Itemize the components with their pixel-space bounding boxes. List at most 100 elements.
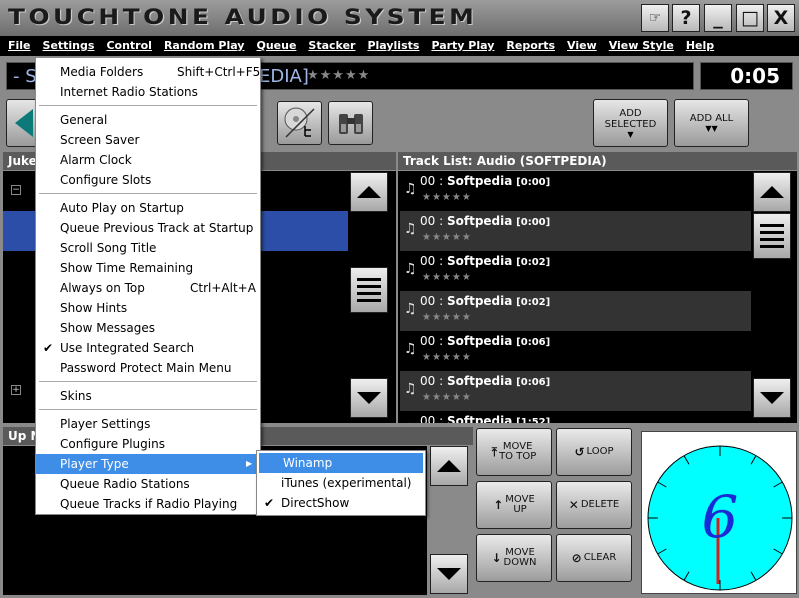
move-up-button[interactable]: ↑ MOVE UP bbox=[476, 481, 552, 529]
config-icon-button[interactable]: ☞ bbox=[641, 4, 669, 32]
move-down-button[interactable]: ↓ MOVE DOWN bbox=[476, 534, 552, 582]
close-button[interactable]: X bbox=[767, 4, 795, 32]
track-rating[interactable]: ★★★★★ bbox=[422, 392, 472, 403]
track-row[interactable]: ♫ 00 : Softpedia [0:00] ★★★★★ bbox=[400, 171, 751, 211]
track-rating[interactable]: ★★★★★ bbox=[422, 192, 472, 203]
menu-item-show-time[interactable]: Show Time Remaining bbox=[36, 258, 260, 278]
tracklist-header-label: Track List: Audio (SOFTPEDIA) bbox=[403, 154, 607, 168]
menu-reports[interactable]: Reports bbox=[506, 36, 555, 56]
track-number: 00 : bbox=[420, 334, 444, 348]
alarm-clock-label: Alarm Clock bbox=[60, 153, 132, 167]
track-rating[interactable]: ★★★★★ bbox=[422, 272, 472, 283]
loop-icon: ↺ bbox=[574, 445, 585, 459]
menu-item-password-protect[interactable]: Password Protect Main Menu bbox=[36, 358, 260, 378]
track-rating[interactable]: ★★★★★ bbox=[422, 352, 472, 363]
tracklist-scroll-down[interactable] bbox=[753, 378, 791, 418]
track-row[interactable]: ♫ 00 : Softpedia [0:06] ★★★★★ bbox=[400, 371, 751, 411]
move-to-top-button[interactable]: ⤒ MOVE TO TOP bbox=[476, 428, 552, 476]
track-row[interactable]: ♫ 00 : Softpedia [0:02] ★★★★★ bbox=[400, 291, 751, 331]
menu-item-media-folders[interactable]: Media Folders Shift+Ctrl+F5 bbox=[36, 62, 260, 82]
menu-file[interactable]: File bbox=[8, 36, 31, 56]
menu-random-play[interactable]: Random Play bbox=[164, 36, 245, 56]
menu-item-alarm-clock[interactable]: Alarm Clock bbox=[36, 150, 260, 170]
move-up-label-2: UP bbox=[513, 504, 527, 515]
menu-item-internet-radio[interactable]: Internet Radio Stations bbox=[36, 82, 260, 102]
menu-item-configure-plugins[interactable]: Configure Plugins bbox=[36, 434, 260, 454]
clear-button[interactable]: ⊘ CLEAR bbox=[556, 534, 632, 582]
add-all-button[interactable]: ADD ALL ▼▼ bbox=[674, 99, 749, 147]
menu-item-integrated-search[interactable]: ✔ Use Integrated Search bbox=[36, 338, 260, 358]
menu-item-queue-tracks-radio[interactable]: Queue Tracks if Radio Playing bbox=[36, 494, 260, 514]
menu-separator bbox=[39, 105, 257, 106]
track-row[interactable]: ♫ 00 : Softpedia [0:02] ★★★★★ bbox=[400, 251, 751, 291]
add-selected-button[interactable]: ADD SELECTED ▼ bbox=[593, 99, 668, 147]
menu-separator bbox=[39, 193, 257, 194]
menu-item-general[interactable]: General bbox=[36, 110, 260, 130]
minimize-button[interactable]: _ bbox=[704, 4, 732, 32]
configure-slots-label: Configure Slots bbox=[60, 173, 152, 187]
track-duration: [1:52] bbox=[516, 417, 551, 423]
track-title: 00 : Softpedia [0:06] bbox=[420, 334, 550, 348]
track-duration: [0:00] bbox=[516, 177, 551, 188]
maximize-button[interactable]: □ bbox=[736, 4, 764, 32]
track-title: 00 : Softpedia [1:52] bbox=[420, 414, 550, 423]
cd-tree-icon bbox=[284, 107, 315, 138]
music-note-icon: ♫ bbox=[404, 301, 417, 317]
menu-settings[interactable]: Settings bbox=[43, 36, 95, 56]
media-folders-label: Media Folders bbox=[60, 65, 144, 79]
tracklist-scroll-up[interactable] bbox=[753, 172, 791, 212]
menu-item-winamp[interactable]: Winamp bbox=[259, 453, 423, 473]
track-name: Softpedia bbox=[446, 374, 513, 388]
menu-item-show-hints[interactable]: Show Hints bbox=[36, 298, 260, 318]
library-tree-button[interactable] bbox=[277, 101, 322, 145]
help-button[interactable]: ? bbox=[672, 4, 700, 32]
menu-item-show-messages[interactable]: Show Messages bbox=[36, 318, 260, 338]
jukebox-scroll-down[interactable] bbox=[350, 378, 388, 418]
menu-control[interactable]: Control bbox=[106, 36, 151, 56]
upnext-scroll-up[interactable] bbox=[430, 446, 468, 486]
now-playing-rating[interactable]: ★★★★★ bbox=[307, 68, 370, 83]
menu-item-skins[interactable]: Skins bbox=[36, 386, 260, 406]
search-button[interactable] bbox=[328, 101, 373, 145]
track-title: 00 : Softpedia [0:02] bbox=[420, 254, 550, 268]
jukebox-scroll-up[interactable] bbox=[350, 172, 388, 212]
menu-item-directshow[interactable]: ✔ DirectShow bbox=[257, 493, 425, 513]
menu-stacker[interactable]: Stacker bbox=[308, 36, 355, 56]
menu-queue[interactable]: Queue bbox=[256, 36, 296, 56]
upnext-scroll-down[interactable] bbox=[430, 554, 468, 594]
menu-item-itunes[interactable]: iTunes (experimental) bbox=[257, 473, 425, 493]
menu-party-play[interactable]: Party Play bbox=[431, 36, 494, 56]
show-messages-label: Show Messages bbox=[60, 321, 156, 335]
track-row[interactable]: ♫ 00 : Softpedia [0:06] ★★★★★ bbox=[400, 331, 751, 371]
menu-item-screen-saver[interactable]: Screen Saver bbox=[36, 130, 260, 150]
delete-label: DELETE bbox=[580, 499, 620, 510]
menu-item-player-settings[interactable]: Player Settings bbox=[36, 414, 260, 434]
menu-item-scroll-title[interactable]: Scroll Song Title bbox=[36, 238, 260, 258]
menu-view[interactable]: View bbox=[567, 36, 597, 56]
track-row[interactable]: ♫00 : Softpedia [1:52] bbox=[400, 411, 751, 423]
track-duration: [0:02] bbox=[516, 257, 551, 268]
arrow-up-small-icon: ↑ bbox=[493, 498, 504, 512]
track-rating[interactable]: ★★★★★ bbox=[422, 232, 472, 243]
scroll-title-label: Scroll Song Title bbox=[60, 241, 157, 255]
menu-item-queue-radio[interactable]: Queue Radio Stations bbox=[36, 474, 260, 494]
menu-help[interactable]: Help bbox=[686, 36, 714, 56]
track-row[interactable]: ♫ 00 : Softpedia [0:00] ★★★★★ bbox=[400, 211, 751, 251]
menu-view-style[interactable]: View Style bbox=[609, 36, 674, 56]
menu-item-configure-slots[interactable]: Configure Slots bbox=[36, 170, 260, 190]
delete-button[interactable]: ✕ DELETE bbox=[556, 481, 632, 529]
menu-playlists[interactable]: Playlists bbox=[367, 36, 419, 56]
menu-item-auto-play[interactable]: Auto Play on Startup bbox=[36, 198, 260, 218]
loop-button[interactable]: ↺ LOOP bbox=[556, 428, 632, 476]
tree-expand-icon[interactable]: + bbox=[11, 385, 21, 395]
arrow-up-icon bbox=[437, 460, 461, 472]
loop-label: LOOP bbox=[586, 446, 614, 457]
track-rating[interactable]: ★★★★★ bbox=[422, 312, 472, 323]
menu-item-player-type[interactable]: Player Type ▶ bbox=[36, 454, 260, 474]
jukebox-scroll-thumb[interactable] bbox=[350, 267, 388, 313]
menu-item-queue-previous[interactable]: Queue Previous Track at Startup bbox=[36, 218, 260, 238]
tracklist-scroll-thumb[interactable] bbox=[753, 213, 791, 259]
tree-collapse-icon[interactable]: − bbox=[11, 185, 21, 195]
menu-item-always-on-top[interactable]: Always on Top Ctrl+Alt+A bbox=[36, 278, 260, 298]
track-title: 00 : Softpedia [0:00] bbox=[420, 174, 550, 188]
